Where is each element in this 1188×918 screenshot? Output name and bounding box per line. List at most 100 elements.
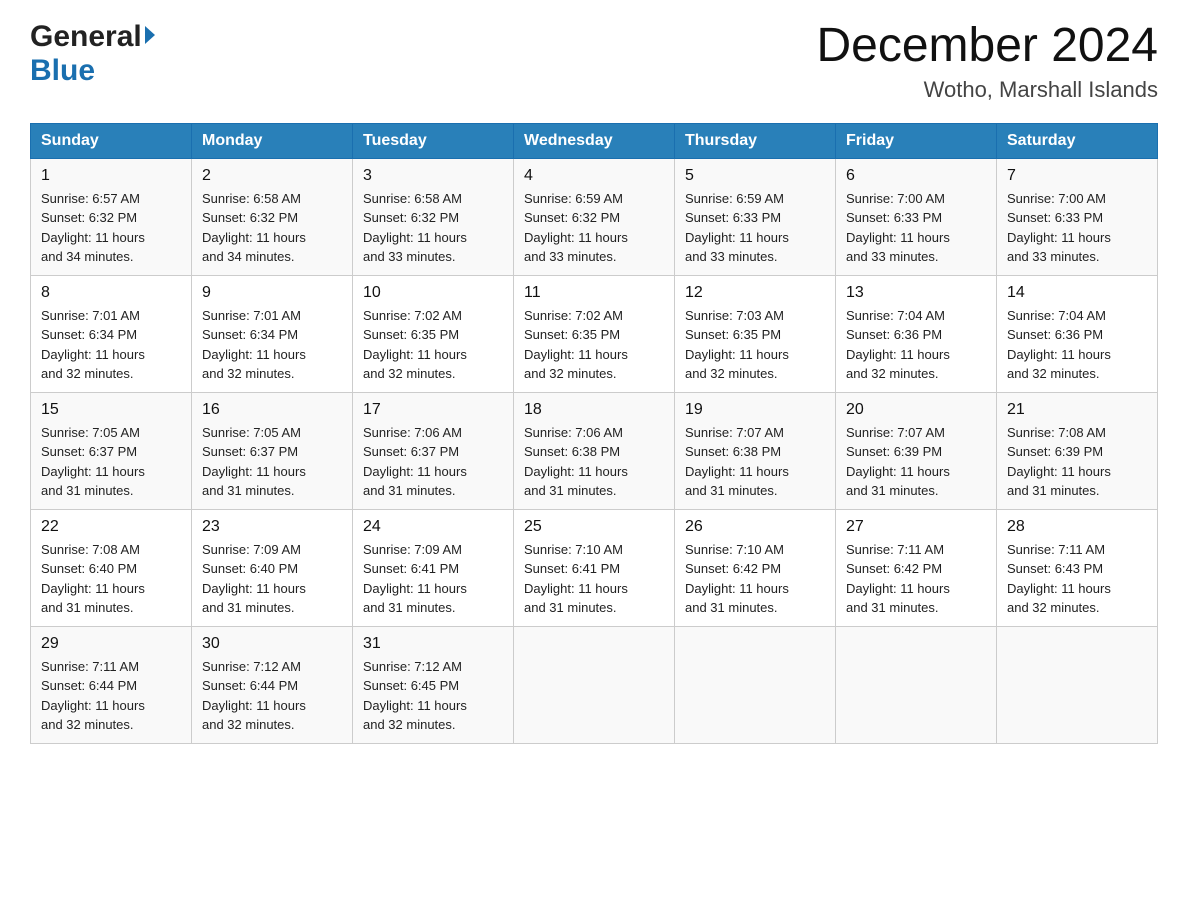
- day-info: Sunrise: 7:01 AM Sunset: 6:34 PM Dayligh…: [41, 308, 145, 382]
- day-info: Sunrise: 7:04 AM Sunset: 6:36 PM Dayligh…: [1007, 308, 1111, 382]
- calendar-cell: 29 Sunrise: 7:11 AM Sunset: 6:44 PM Dayl…: [31, 626, 192, 743]
- day-number: 11: [524, 284, 664, 302]
- day-info: Sunrise: 7:02 AM Sunset: 6:35 PM Dayligh…: [363, 308, 467, 382]
- day-number: 1: [41, 167, 181, 185]
- calendar-cell: 3 Sunrise: 6:58 AM Sunset: 6:32 PM Dayli…: [353, 158, 514, 275]
- calendar-cell: 7 Sunrise: 7:00 AM Sunset: 6:33 PM Dayli…: [997, 158, 1158, 275]
- day-info: Sunrise: 7:04 AM Sunset: 6:36 PM Dayligh…: [846, 308, 950, 382]
- calendar-cell: 10 Sunrise: 7:02 AM Sunset: 6:35 PM Dayl…: [353, 275, 514, 392]
- calendar-cell: 6 Sunrise: 7:00 AM Sunset: 6:33 PM Dayli…: [836, 158, 997, 275]
- calendar-subtitle: Wotho, Marshall Islands: [816, 77, 1158, 103]
- day-info: Sunrise: 6:58 AM Sunset: 6:32 PM Dayligh…: [202, 191, 306, 265]
- calendar-week-row: 22 Sunrise: 7:08 AM Sunset: 6:40 PM Dayl…: [31, 509, 1158, 626]
- day-number: 30: [202, 635, 342, 653]
- day-info: Sunrise: 7:09 AM Sunset: 6:41 PM Dayligh…: [363, 542, 467, 616]
- day-info: Sunrise: 7:12 AM Sunset: 6:44 PM Dayligh…: [202, 659, 306, 733]
- day-number: 7: [1007, 167, 1147, 185]
- day-info: Sunrise: 7:05 AM Sunset: 6:37 PM Dayligh…: [41, 425, 145, 499]
- day-number: 22: [41, 518, 181, 536]
- day-info: Sunrise: 6:57 AM Sunset: 6:32 PM Dayligh…: [41, 191, 145, 265]
- calendar-cell: 14 Sunrise: 7:04 AM Sunset: 6:36 PM Dayl…: [997, 275, 1158, 392]
- calendar-header-row: SundayMondayTuesdayWednesdayThursdayFrid…: [31, 123, 1158, 158]
- title-block: December 2024 Wotho, Marshall Islands: [816, 20, 1158, 103]
- calendar-week-row: 29 Sunrise: 7:11 AM Sunset: 6:44 PM Dayl…: [31, 626, 1158, 743]
- calendar-cell: 11 Sunrise: 7:02 AM Sunset: 6:35 PM Dayl…: [514, 275, 675, 392]
- day-number: 25: [524, 518, 664, 536]
- calendar-cell: 27 Sunrise: 7:11 AM Sunset: 6:42 PM Dayl…: [836, 509, 997, 626]
- day-number: 2: [202, 167, 342, 185]
- day-number: 31: [363, 635, 503, 653]
- day-number: 28: [1007, 518, 1147, 536]
- day-info: Sunrise: 7:11 AM Sunset: 6:44 PM Dayligh…: [41, 659, 145, 733]
- day-of-week-header: Sunday: [31, 123, 192, 158]
- calendar-cell: 26 Sunrise: 7:10 AM Sunset: 6:42 PM Dayl…: [675, 509, 836, 626]
- calendar-week-row: 15 Sunrise: 7:05 AM Sunset: 6:37 PM Dayl…: [31, 392, 1158, 509]
- logo-general-text: General: [30, 20, 142, 54]
- day-number: 14: [1007, 284, 1147, 302]
- calendar-cell: 5 Sunrise: 6:59 AM Sunset: 6:33 PM Dayli…: [675, 158, 836, 275]
- logo-blue-text: Blue: [30, 54, 95, 87]
- day-number: 4: [524, 167, 664, 185]
- day-number: 16: [202, 401, 342, 419]
- day-info: Sunrise: 7:01 AM Sunset: 6:34 PM Dayligh…: [202, 308, 306, 382]
- day-of-week-header: Monday: [192, 123, 353, 158]
- day-info: Sunrise: 7:11 AM Sunset: 6:42 PM Dayligh…: [846, 542, 950, 616]
- day-info: Sunrise: 7:06 AM Sunset: 6:37 PM Dayligh…: [363, 425, 467, 499]
- day-of-week-header: Tuesday: [353, 123, 514, 158]
- day-info: Sunrise: 7:09 AM Sunset: 6:40 PM Dayligh…: [202, 542, 306, 616]
- calendar-cell: 30 Sunrise: 7:12 AM Sunset: 6:44 PM Dayl…: [192, 626, 353, 743]
- day-number: 8: [41, 284, 181, 302]
- calendar-cell: 13 Sunrise: 7:04 AM Sunset: 6:36 PM Dayl…: [836, 275, 997, 392]
- day-info: Sunrise: 7:00 AM Sunset: 6:33 PM Dayligh…: [846, 191, 950, 265]
- calendar-cell: 18 Sunrise: 7:06 AM Sunset: 6:38 PM Dayl…: [514, 392, 675, 509]
- calendar-cell: 20 Sunrise: 7:07 AM Sunset: 6:39 PM Dayl…: [836, 392, 997, 509]
- day-info: Sunrise: 7:12 AM Sunset: 6:45 PM Dayligh…: [363, 659, 467, 733]
- calendar-cell: 8 Sunrise: 7:01 AM Sunset: 6:34 PM Dayli…: [31, 275, 192, 392]
- day-info: Sunrise: 7:03 AM Sunset: 6:35 PM Dayligh…: [685, 308, 789, 382]
- calendar-week-row: 8 Sunrise: 7:01 AM Sunset: 6:34 PM Dayli…: [31, 275, 1158, 392]
- day-of-week-header: Thursday: [675, 123, 836, 158]
- day-number: 19: [685, 401, 825, 419]
- day-of-week-header: Wednesday: [514, 123, 675, 158]
- day-info: Sunrise: 7:05 AM Sunset: 6:37 PM Dayligh…: [202, 425, 306, 499]
- day-of-week-header: Saturday: [997, 123, 1158, 158]
- day-number: 3: [363, 167, 503, 185]
- calendar-cell: [997, 626, 1158, 743]
- calendar-title: December 2024: [816, 20, 1158, 73]
- day-number: 26: [685, 518, 825, 536]
- calendar-cell: 16 Sunrise: 7:05 AM Sunset: 6:37 PM Dayl…: [192, 392, 353, 509]
- day-number: 12: [685, 284, 825, 302]
- day-info: Sunrise: 7:08 AM Sunset: 6:39 PM Dayligh…: [1007, 425, 1111, 499]
- calendar-cell: 12 Sunrise: 7:03 AM Sunset: 6:35 PM Dayl…: [675, 275, 836, 392]
- calendar-cell: [675, 626, 836, 743]
- day-info: Sunrise: 7:11 AM Sunset: 6:43 PM Dayligh…: [1007, 542, 1111, 616]
- day-info: Sunrise: 7:07 AM Sunset: 6:38 PM Dayligh…: [685, 425, 789, 499]
- logo: General Blue: [30, 20, 155, 88]
- day-info: Sunrise: 7:10 AM Sunset: 6:42 PM Dayligh…: [685, 542, 789, 616]
- day-number: 24: [363, 518, 503, 536]
- day-number: 18: [524, 401, 664, 419]
- day-info: Sunrise: 6:58 AM Sunset: 6:32 PM Dayligh…: [363, 191, 467, 265]
- day-number: 21: [1007, 401, 1147, 419]
- calendar-cell: 4 Sunrise: 6:59 AM Sunset: 6:32 PM Dayli…: [514, 158, 675, 275]
- calendar-cell: 22 Sunrise: 7:08 AM Sunset: 6:40 PM Dayl…: [31, 509, 192, 626]
- day-info: Sunrise: 7:10 AM Sunset: 6:41 PM Dayligh…: [524, 542, 628, 616]
- calendar-cell: 15 Sunrise: 7:05 AM Sunset: 6:37 PM Dayl…: [31, 392, 192, 509]
- day-number: 15: [41, 401, 181, 419]
- calendar-cell: 1 Sunrise: 6:57 AM Sunset: 6:32 PM Dayli…: [31, 158, 192, 275]
- calendar-cell: 19 Sunrise: 7:07 AM Sunset: 6:38 PM Dayl…: [675, 392, 836, 509]
- calendar-cell: 28 Sunrise: 7:11 AM Sunset: 6:43 PM Dayl…: [997, 509, 1158, 626]
- calendar-cell: 21 Sunrise: 7:08 AM Sunset: 6:39 PM Dayl…: [997, 392, 1158, 509]
- day-number: 23: [202, 518, 342, 536]
- day-number: 9: [202, 284, 342, 302]
- page-header: General Blue December 2024 Wotho, Marsha…: [30, 20, 1158, 103]
- day-info: Sunrise: 7:00 AM Sunset: 6:33 PM Dayligh…: [1007, 191, 1111, 265]
- calendar-cell: 2 Sunrise: 6:58 AM Sunset: 6:32 PM Dayli…: [192, 158, 353, 275]
- calendar-table: SundayMondayTuesdayWednesdayThursdayFrid…: [30, 123, 1158, 744]
- day-info: Sunrise: 7:02 AM Sunset: 6:35 PM Dayligh…: [524, 308, 628, 382]
- day-number: 6: [846, 167, 986, 185]
- day-of-week-header: Friday: [836, 123, 997, 158]
- calendar-cell: [514, 626, 675, 743]
- calendar-cell: 25 Sunrise: 7:10 AM Sunset: 6:41 PM Dayl…: [514, 509, 675, 626]
- day-number: 17: [363, 401, 503, 419]
